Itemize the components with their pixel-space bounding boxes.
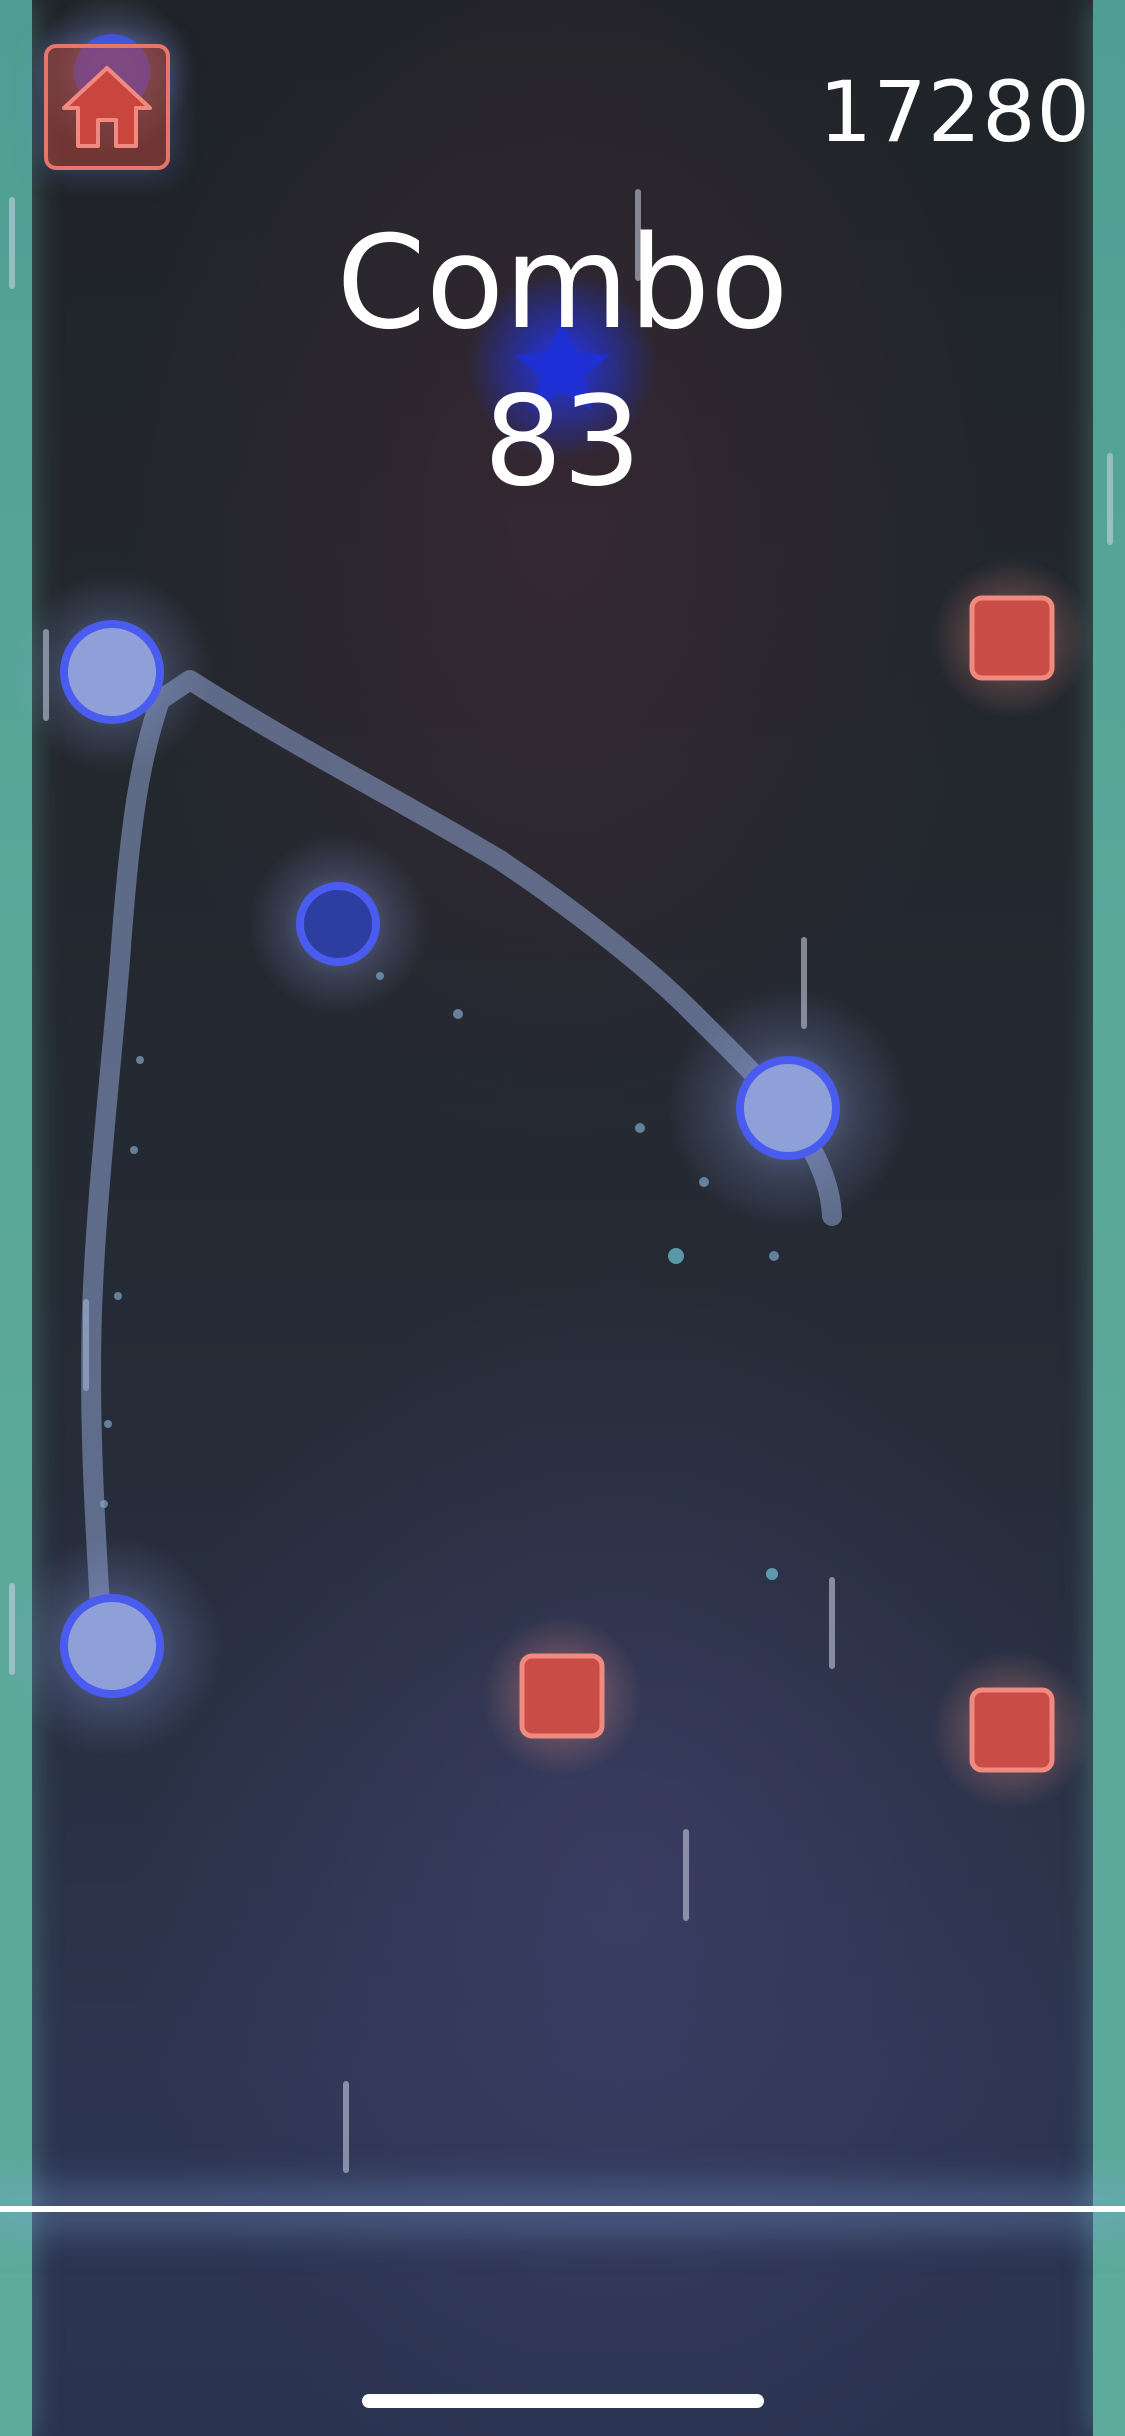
sparkle — [114, 1292, 122, 1300]
playfield[interactable] — [0, 0, 1125, 2436]
sparkle — [668, 1248, 684, 1264]
note-body — [296, 882, 380, 966]
judgement-line — [0, 2206, 1125, 2212]
circle-note[interactable] — [12, 572, 212, 772]
square-note[interactable] — [932, 1650, 1092, 1810]
sparkle — [635, 1123, 645, 1133]
combo-label: Combo — [336, 209, 789, 358]
home-indicator[interactable] — [362, 2394, 764, 2408]
sparkle — [766, 1568, 778, 1580]
home-button[interactable] — [44, 44, 170, 170]
note-body — [519, 1653, 605, 1739]
note-body — [60, 620, 164, 724]
note-body — [969, 1687, 1055, 1773]
note-body — [60, 1594, 164, 1698]
sparkle — [136, 1056, 144, 1064]
circle-note[interactable] — [248, 834, 428, 1014]
score-display: 17280 — [818, 63, 1091, 161]
circle-note[interactable] — [2, 1536, 222, 1756]
sparkle — [104, 1420, 112, 1428]
sparkle — [130, 1146, 138, 1154]
circle-note[interactable] — [668, 988, 908, 1228]
house-icon — [62, 66, 152, 148]
sparkle — [453, 1009, 463, 1019]
game-screen[interactable]: 17280 Combo 83 — [0, 0, 1125, 2436]
note-body — [736, 1056, 840, 1160]
square-note[interactable] — [482, 1616, 642, 1776]
sparkle — [769, 1251, 779, 1261]
combo-count: 83 — [483, 370, 642, 514]
square-note[interactable] — [932, 558, 1092, 718]
note-body — [969, 595, 1055, 681]
